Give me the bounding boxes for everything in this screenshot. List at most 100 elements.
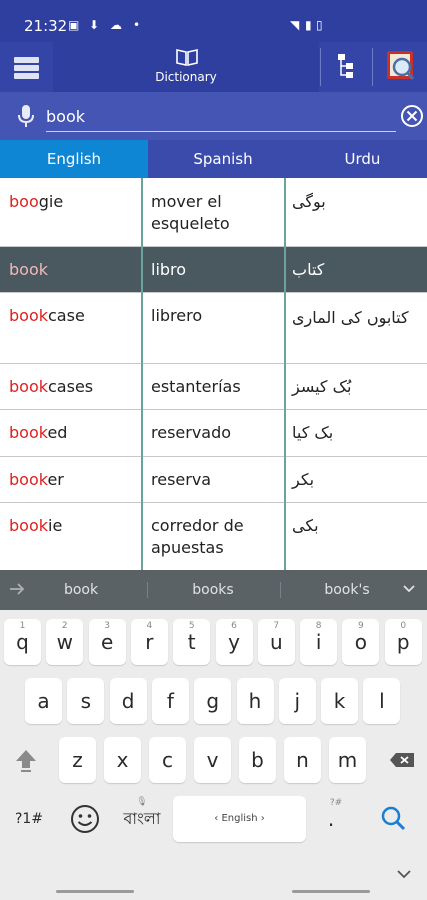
space-bar[interactable]: ‹ English › [173,796,306,842]
mic-icon[interactable] [16,104,36,128]
key-label: b [251,748,264,772]
table-row[interactable]: bookie corredor de apuestas بکی [0,503,427,570]
key-label: q [16,630,29,654]
arrow-right-icon[interactable] [8,580,26,598]
key-q[interactable]: 1q [4,619,41,665]
tab-spanish[interactable]: Spanish [148,140,298,178]
key-s[interactable]: s [67,678,105,724]
key-w[interactable]: 2w [46,619,84,665]
key-label: a [37,689,50,713]
key-p[interactable]: 0p [384,619,422,665]
suggestion-divider [280,582,281,598]
clear-icon[interactable] [400,104,424,128]
table-row[interactable]: booked reservado بک کیا [0,410,427,457]
key-c[interactable]: c [149,737,186,783]
key-label: t [187,630,196,654]
search-icon [381,806,406,831]
suggestion-item[interactable]: books [166,570,260,610]
spanish-cell: reservado [151,423,232,442]
key-o[interactable]: 9o [342,619,380,665]
suggestion-divider [147,582,148,598]
key-m[interactable]: m [329,737,366,783]
dictionary-label: Dictionary [155,70,217,84]
search-key[interactable] [372,796,416,842]
tree-icon[interactable] [322,42,370,92]
key-y[interactable]: 6y [215,619,253,665]
status-bar: 21:32 ▣ ⬇ ☁ • ◥ ▮ ▯ [0,0,427,42]
urdu-cell: بکی [292,516,319,535]
table-row[interactable]: book libro کتاب [0,247,427,293]
mic-hint-icon: 🎙 [136,797,148,807]
key-label: f [166,689,174,713]
key-b[interactable]: b [239,737,276,783]
key-number-hint: 6 [231,621,237,631]
hide-keyboard-icon[interactable] [396,868,412,880]
key-i[interactable]: 8i [300,619,338,665]
key-j[interactable]: j [278,678,316,724]
key-r[interactable]: 4r [130,619,168,665]
dictionary-tab[interactable]: Dictionary [53,42,319,92]
tab-english[interactable]: English [0,140,148,178]
key-number-hint: 0 [400,621,407,631]
period-key[interactable]: ?# . [312,796,350,842]
key-number-hint: 7 [273,621,280,631]
key-number-hint: 3 [104,621,110,631]
toolbar-divider [320,48,321,86]
key-t[interactable]: 5t [173,619,211,665]
urdu-cell: کتاب [292,260,325,279]
key-number-hint: 9 [358,621,364,631]
key-d[interactable]: d [109,678,147,724]
period-key-label: . [327,807,335,831]
key-label: s [80,689,91,713]
column-divider [141,178,143,570]
key-l[interactable]: l [363,678,401,724]
key-g[interactable]: g [194,678,232,724]
table-row[interactable]: boogie mover el esqueleto بوگی [0,178,427,247]
key-z[interactable]: z [59,737,96,783]
key-v[interactable]: v [194,737,231,783]
tab-urdu[interactable]: Urdu [298,140,427,178]
table-row[interactable]: bookcase librero کتابوں کی الماری [0,293,427,364]
search-input[interactable] [46,102,396,130]
emoji-icon [71,805,99,833]
menu-icon[interactable] [0,42,52,92]
key-number-hint: 8 [315,621,322,631]
key-label: o [354,630,368,654]
status-time: 21:32 [24,17,68,35]
key-label: w [56,630,73,654]
english-cell: boogie [9,192,64,211]
key-label: e [100,630,114,654]
key-x[interactable]: x [104,737,141,783]
key-label: v [206,748,219,772]
key-e[interactable]: 3e [88,619,126,665]
nav-indicator [56,890,134,893]
dictionary-search-icon[interactable] [373,42,427,92]
chevron-down-icon[interactable] [402,582,416,596]
key-k[interactable]: k [321,678,359,724]
shift-key[interactable] [7,737,45,783]
key-h[interactable]: h [236,678,274,724]
key-label: h [248,689,262,713]
key-a[interactable]: a [25,678,62,724]
suggestion-strip: book books book's [0,570,427,610]
suggestion-item[interactable]: book [34,570,128,610]
key-f[interactable]: f [151,678,189,724]
backspace-icon [390,753,414,767]
signal-icon: ▮ [305,18,312,32]
key-label: j [294,689,301,713]
language-key[interactable]: 🎙 বাংলা [115,796,169,842]
key-number-hint: 2 [61,621,68,631]
english-cell: booker [9,470,64,489]
table-row[interactable]: bookcases estanterías بُک کیسز [0,364,427,410]
key-n[interactable]: n [284,737,321,783]
english-cell: book [9,260,48,279]
emoji-key[interactable] [63,796,107,842]
key-u[interactable]: 7u [257,619,295,665]
download-notification-icon: ⬇ [89,18,100,32]
urdu-cell: بُک کیسز [292,377,352,396]
table-row[interactable]: booker reserva بکر [0,457,427,503]
spanish-cell: librero [151,306,203,325]
suggestion-item[interactable]: book's [300,570,394,610]
symbols-key[interactable]: ?1# [7,796,51,842]
backspace-key[interactable] [380,737,420,783]
